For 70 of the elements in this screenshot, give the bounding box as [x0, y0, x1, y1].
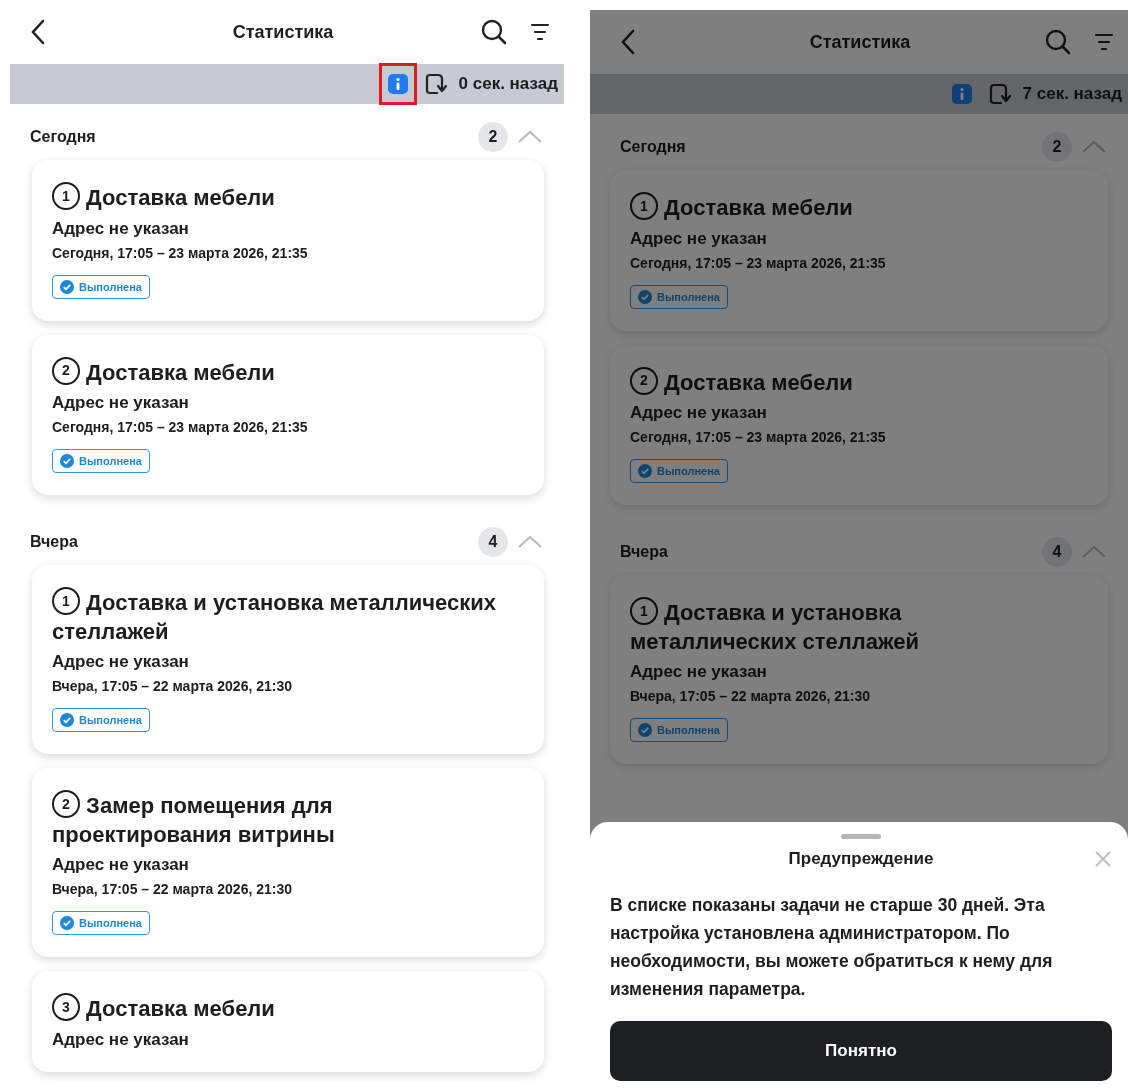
task-title: 3 Доставка мебели: [52, 993, 295, 1024]
sheet-title: Предупреждение: [788, 849, 934, 869]
task-title: 2 Доставка мебели: [52, 356, 295, 387]
task-number: 2: [52, 790, 80, 819]
count-badge: 4: [478, 527, 508, 557]
count-badge: 2: [478, 122, 508, 152]
task-address: Адрес не указан: [630, 403, 767, 423]
info-icon: [386, 73, 409, 95]
task-address: Адрес не указан: [52, 1029, 189, 1050]
chevron-icon[interactable]: [516, 129, 544, 145]
status-badge: Выполнена: [630, 459, 728, 483]
task-title: 2 Замер помещения для проектирования витрины: [52, 790, 524, 850]
status-badge: Выполнена: [52, 449, 150, 473]
task-card[interactable]: 1 Доставка мебели Адрес не указан Сегодня, 17:05 – 23 марта 2026, 21:35 Выполнена: [32, 160, 544, 321]
status-badge: Выполнена: [52, 911, 150, 936]
task-card[interactable]: 2 Доставка мебели Адрес не указан Сегодня, 17:05 – 23 марта 2026, 21:35 Выполнена: [32, 334, 544, 495]
chevron-icon[interactable]: [516, 534, 544, 550]
task-number: 2: [630, 366, 658, 395]
status-badge: Выполнена: [52, 708, 150, 733]
last-updated-text: 7 сек. назад: [1022, 84, 1122, 104]
status-badge: Выполнена: [52, 274, 150, 299]
status-badge: Выполнена: [630, 284, 728, 309]
task-title: 1 Доставка и установка металлических стеллажей: [630, 597, 921, 656]
info-button[interactable]: [378, 63, 417, 105]
ok-button[interactable]: Понятно: [610, 1021, 1112, 1081]
task-time: Сегодня, 17:05 – 23 марта 2026, 21:35: [52, 244, 308, 261]
task-number: 1: [630, 597, 658, 625]
task-card[interactable]: 1 Доставка и установка металлических стеллажей Адрес не указан Вчера, 17:05 – 22 марта 2026, 21:30 Выполнена: [610, 575, 1108, 765]
info-icon: [950, 83, 973, 105]
filter-icon: [1094, 32, 1114, 52]
task-title: 2 Доставка мебели: [630, 366, 873, 397]
task-card[interactable]: 1 Доставка и установка металлических стеллажей Адрес не указан Вчера, 17:05 – 22 марта 2026, 21:30 Выполнена: [32, 565, 544, 755]
task-card[interactable]: 3 Доставка мебели Адрес не указан: [32, 971, 544, 1072]
task-time: Сегодня, 17:05 – 23 марта 2026, 21:35: [52, 419, 308, 435]
task-address: Адрес не указан: [52, 393, 189, 413]
screen-title: Статистика: [231, 21, 335, 43]
last-updated-text: 0 сек. назад: [458, 74, 558, 94]
task-address: Адрес не указан: [52, 855, 189, 876]
group-label: Вчера: [30, 533, 79, 551]
count-badge: 2: [1042, 132, 1072, 162]
task-title: 1 Доставка мебели: [52, 182, 295, 213]
drag-handle[interactable]: [841, 834, 881, 839]
count-badge: 4: [1042, 537, 1072, 567]
task-card[interactable]: 2 Доставка мебели Адрес не указан Сегодня, 17:05 – 23 марта 2026, 21:35 Выполнена: [610, 344, 1108, 505]
group-label: Сегодня: [30, 128, 97, 146]
task-time: Вчера, 17:05 – 22 марта 2026, 21:30: [52, 678, 293, 695]
screen-title: Статистика: [808, 31, 912, 53]
task-card[interactable]: 2 Замер помещения для проектирования витрины Адрес не указан Вчера, 17:05 – 22 марта 2026, 21:30 Выполнена: [32, 768, 544, 958]
task-time: Сегодня, 17:05 – 23 марта 2026, 21:35: [630, 254, 886, 271]
task-time: Вчера, 17:05 – 22 марта 2026, 21:30: [630, 688, 871, 705]
task-time: Вчера, 17:05 – 22 марта 2026, 21:30: [52, 881, 293, 898]
group-label: Сегодня: [620, 138, 687, 156]
task-address: Адрес не указан: [52, 652, 189, 673]
task-title: 1 Доставка мебели: [630, 192, 873, 223]
task-number: 1: [52, 587, 80, 615]
close-icon[interactable]: [1094, 850, 1112, 868]
task-number: 1: [52, 182, 80, 210]
warning-message: В списке показаны задачи не старше 30 дней. Эта настройка установлена администратором. По необходимости, вы можете обратиться к нему для изменения параметра.: [610, 894, 1054, 1001]
task-number: 3: [52, 993, 80, 1022]
status-badge: Выполнена: [630, 718, 728, 743]
task-time: Сегодня, 17:05 – 23 марта 2026, 21:35: [630, 429, 886, 445]
task-number: 1: [630, 192, 658, 220]
task-number: 2: [52, 356, 80, 385]
group-label: Вчера: [620, 543, 669, 561]
task-address: Адрес не указан: [52, 218, 189, 239]
filter-icon: [530, 22, 550, 42]
task-address: Адрес не указан: [630, 662, 767, 683]
task-title: 1 Доставка и установка металлических стеллажей: [52, 587, 497, 646]
task-address: Адрес не указан: [630, 228, 767, 249]
task-card[interactable]: 1 Доставка мебели Адрес не указан Сегодня, 17:05 – 23 марта 2026, 21:35 Выполнена: [610, 170, 1108, 331]
